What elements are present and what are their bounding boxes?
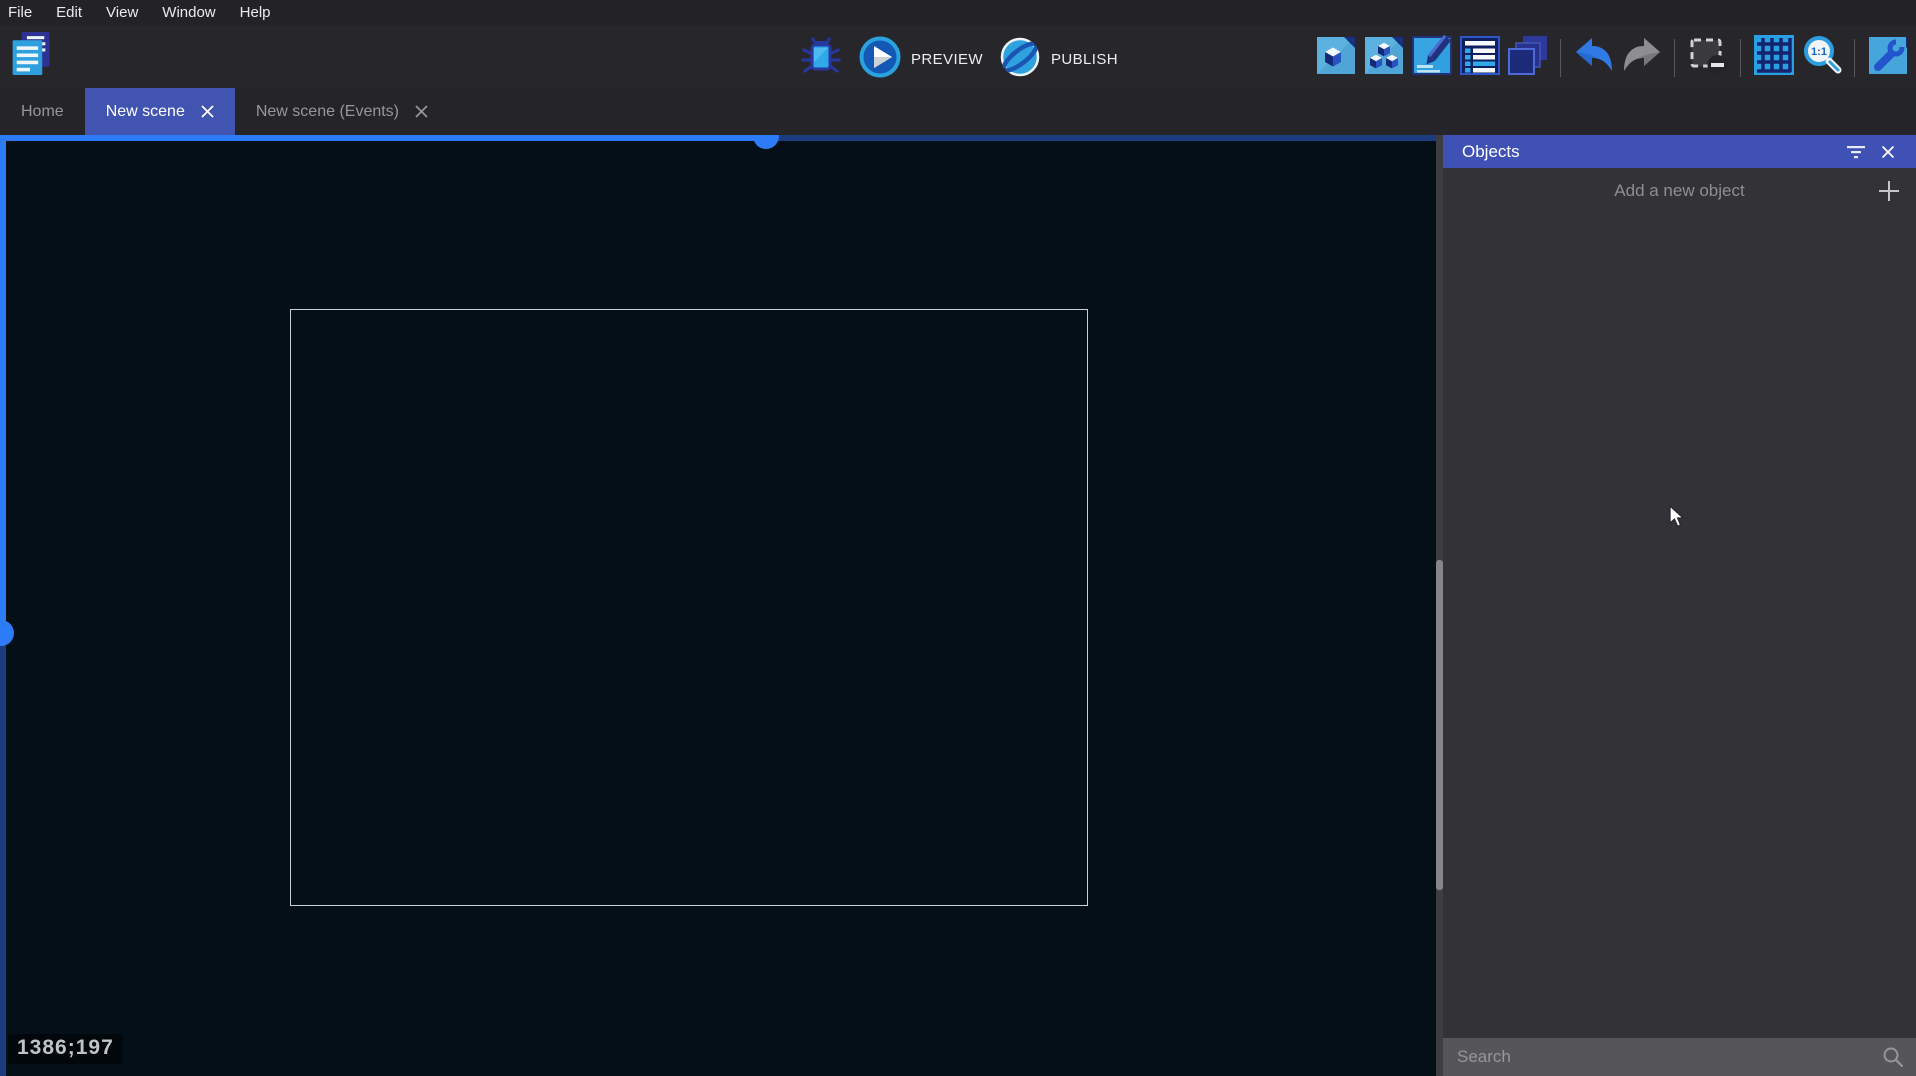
toolbar-separator	[1740, 39, 1741, 77]
tab-new-scene-events-label: New scene (Events)	[256, 103, 399, 121]
preview-button[interactable]: PREVIEW	[858, 35, 983, 83]
tab-home-label: Home	[21, 103, 64, 121]
object-groups-editor-icon	[1362, 33, 1406, 82]
vertical-scrollbar-track[interactable]	[0, 633, 6, 1076]
search-icon[interactable]	[1882, 1046, 1904, 1068]
menu-view[interactable]: View	[94, 2, 150, 24]
setup-wrench-icon	[1866, 33, 1910, 82]
toolbar-separator	[1854, 39, 1855, 77]
layers-editor-icon	[1506, 33, 1550, 82]
plus-icon[interactable]	[1875, 177, 1903, 205]
close-tab-icon[interactable]	[415, 105, 428, 118]
zoom-original-button[interactable]: 1:1	[1799, 35, 1844, 80]
deselect-all-button[interactable]	[1685, 35, 1730, 80]
objects-panel-title: Objects	[1462, 142, 1840, 162]
toolbar-separator	[1674, 39, 1675, 77]
tab-new-scene[interactable]: New scene	[85, 88, 235, 135]
zoom-1-1-icon: 1:1	[1800, 33, 1844, 82]
scene-canvas[interactable]: 1386;197	[0, 135, 1436, 1076]
menu-edit[interactable]: Edit	[44, 2, 94, 24]
tab-new-scene-events[interactable]: New scene (Events)	[235, 88, 449, 135]
deselect-all-icon	[1686, 33, 1730, 82]
cursor-coordinates-badge: 1386;197	[8, 1034, 123, 1064]
scene-properties-pencil-icon	[1410, 33, 1454, 82]
scene-window-frame	[290, 309, 1088, 906]
instances-list-icon	[1458, 33, 1502, 82]
vertical-scrollbar[interactable]	[0, 135, 6, 633]
horizontal-scrollbar[interactable]	[0, 135, 766, 141]
redo-icon	[1620, 33, 1664, 82]
object-groups-editor-button[interactable]	[1361, 35, 1406, 80]
preview-label: PREVIEW	[911, 51, 983, 68]
scene-properties-button[interactable]	[1409, 35, 1454, 80]
project-manager-button[interactable]	[8, 33, 53, 78]
panel-splitter-thumb[interactable]	[1436, 560, 1443, 890]
panel-splitter[interactable]	[1436, 135, 1443, 1076]
menu-help[interactable]: Help	[228, 2, 283, 24]
publish-globe-icon	[998, 35, 1042, 83]
layers-editor-button[interactable]	[1505, 35, 1550, 80]
toolbar-right-group: 1:1	[1313, 35, 1910, 80]
close-panel-icon[interactable]	[1872, 139, 1904, 165]
add-object-label[interactable]: Add a new object	[1443, 181, 1916, 201]
publish-label: PUBLISH	[1051, 51, 1118, 68]
close-tab-icon[interactable]	[201, 105, 214, 118]
menu-bar: File Edit View Window Help	[0, 0, 1916, 26]
tab-new-scene-label: New scene	[106, 103, 185, 121]
debugger-button[interactable]	[798, 37, 843, 82]
objects-list-empty-area[interactable]	[1443, 214, 1916, 1038]
menu-window[interactable]: Window	[150, 2, 227, 24]
objects-editor-button[interactable]	[1313, 35, 1358, 80]
tab-home[interactable]: Home	[0, 88, 85, 135]
grid-icon	[1752, 33, 1796, 82]
horizontal-scrollbar-thumb[interactable]	[753, 135, 779, 149]
toolbar-separator	[1560, 39, 1561, 77]
redo-button[interactable]	[1619, 35, 1664, 80]
setup-tools-button[interactable]	[1865, 35, 1910, 80]
main-toolbar: PREVIEW PUBLISH	[0, 26, 1916, 88]
undo-icon	[1572, 33, 1616, 82]
publish-button[interactable]: PUBLISH	[998, 35, 1118, 83]
tab-bar: Home New scene New scene (Events)	[0, 88, 1916, 135]
objects-editor-icon	[1314, 33, 1358, 82]
undo-button[interactable]	[1571, 35, 1616, 80]
debugger-icon	[799, 35, 843, 84]
horizontal-scrollbar-track[interactable]	[766, 135, 1436, 141]
add-object-row[interactable]: Add a new object	[1443, 168, 1916, 214]
instances-list-button[interactable]	[1457, 35, 1502, 80]
svg-text:1:1: 1:1	[1811, 46, 1827, 58]
menu-file[interactable]: File	[8, 2, 44, 24]
search-input[interactable]	[1455, 1046, 1882, 1068]
objects-search-bar	[1443, 1038, 1916, 1076]
preview-play-icon	[858, 35, 902, 83]
grid-button[interactable]	[1751, 35, 1796, 80]
toolbar-center-group: PREVIEW PUBLISH	[798, 35, 1118, 83]
vertical-scrollbar-thumb[interactable]	[0, 620, 14, 646]
filter-icon[interactable]	[1840, 139, 1872, 165]
objects-panel: Objects Add a new object	[1443, 135, 1916, 1076]
objects-panel-header: Objects	[1443, 135, 1916, 168]
project-manager-icon	[8, 30, 54, 82]
